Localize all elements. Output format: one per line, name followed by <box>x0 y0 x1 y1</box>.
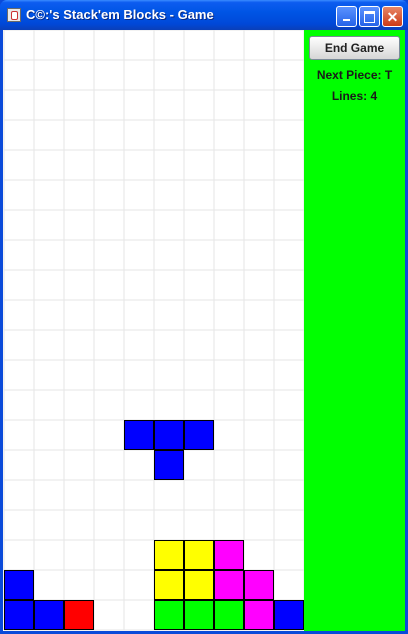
locked-block <box>214 600 244 630</box>
locked-block <box>244 600 274 630</box>
locked-block <box>64 600 94 630</box>
locked-block <box>34 600 64 630</box>
close-button[interactable]: ✕ <box>382 6 403 27</box>
locked-block <box>154 570 184 600</box>
end-game-button[interactable]: End Game <box>309 36 400 60</box>
window-title: C©:'s Stack'em Blocks - Game <box>26 7 214 22</box>
locked-block <box>244 570 274 600</box>
locked-block <box>274 600 304 630</box>
falling-piece-block <box>184 420 214 450</box>
locked-block <box>214 540 244 570</box>
locked-block <box>214 570 244 600</box>
maximize-icon <box>364 10 375 23</box>
title-bar[interactable]: C©:'s Stack'em Blocks - Game ✕ <box>0 0 408 30</box>
falling-piece-block <box>124 420 154 450</box>
maximize-button[interactable] <box>359 6 380 27</box>
locked-block <box>184 570 214 600</box>
client-area: End Game Next Piece: T Lines: 4 <box>3 30 405 631</box>
minimize-icon <box>343 19 350 21</box>
java-app-icon[interactable] <box>7 8 21 22</box>
board-grid <box>3 30 304 631</box>
locked-block <box>154 600 184 630</box>
next-piece-label: Next Piece: T <box>316 68 393 82</box>
locked-block <box>154 540 184 570</box>
locked-block <box>4 570 34 600</box>
locked-block <box>184 540 214 570</box>
game-board[interactable] <box>3 30 304 631</box>
game-window: C©:'s Stack'em Blocks - Game ✕ End Game … <box>0 0 408 634</box>
lines-count-label: Lines: 4 <box>331 89 378 103</box>
locked-block <box>4 600 34 630</box>
side-panel: End Game Next Piece: T Lines: 4 <box>304 30 405 631</box>
close-icon: ✕ <box>386 8 399 25</box>
falling-piece-block <box>154 420 184 450</box>
locked-block <box>184 600 214 630</box>
minimize-button[interactable] <box>336 6 357 27</box>
falling-piece-block <box>154 450 184 480</box>
